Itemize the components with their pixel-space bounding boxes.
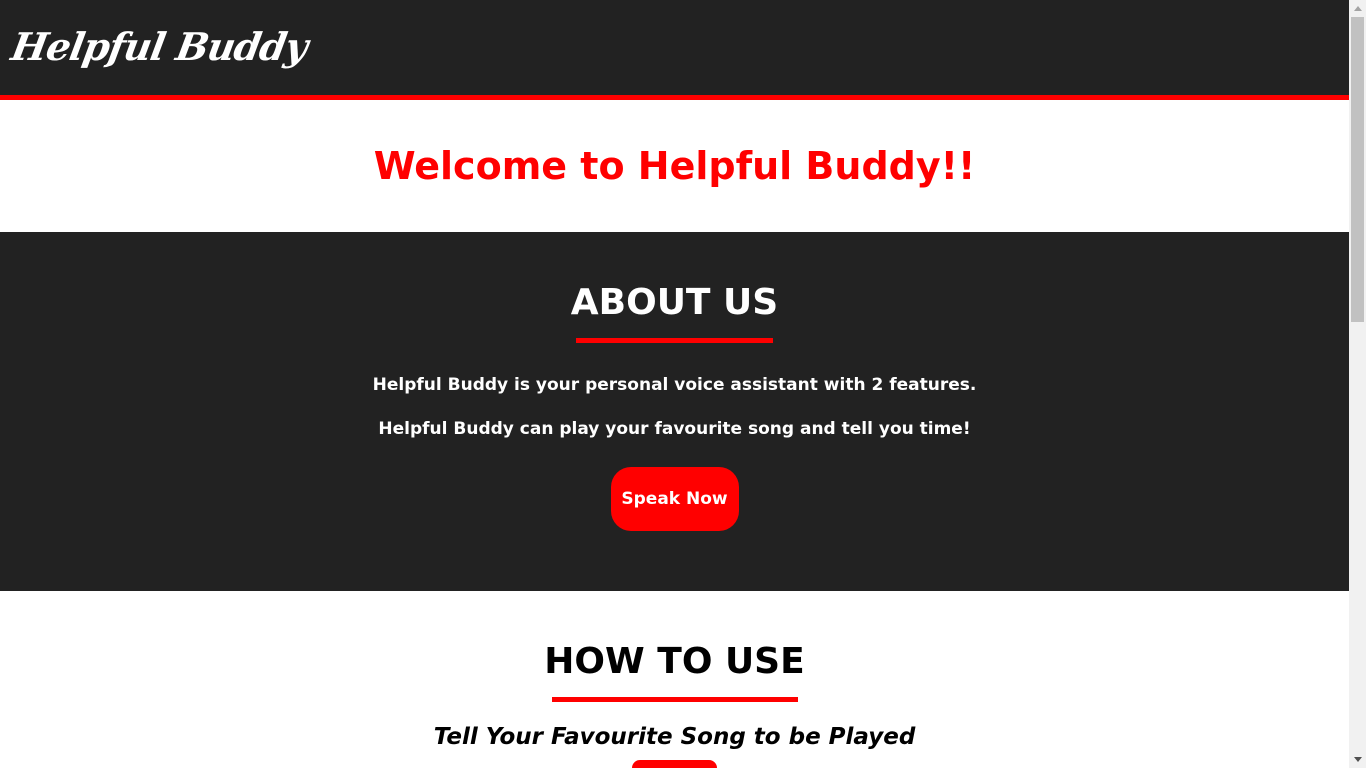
scroll-down-arrow[interactable]	[1349, 751, 1366, 768]
about-line-2: Helpful Buddy can play your favourite so…	[378, 419, 971, 439]
how-to-use-title-underline	[551, 697, 798, 702]
about-line-1: Helpful Buddy is your personal voice ass…	[372, 375, 977, 395]
arrow-down-icon	[1353, 757, 1362, 762]
scrollbar-thumb[interactable]	[1351, 17, 1364, 322]
about-section: ABOUT US Helpful Buddy is your personal …	[0, 232, 1349, 591]
vertical-scrollbar[interactable]	[1349, 0, 1366, 768]
welcome-heading: Welcome to Helpful Buddy!!	[373, 144, 976, 188]
about-title: ABOUT US	[570, 282, 779, 323]
arrow-up-icon	[1353, 6, 1362, 11]
how-to-use-button[interactable]	[632, 760, 717, 768]
about-title-underline	[576, 338, 773, 343]
welcome-section: Welcome to Helpful Buddy!!	[0, 100, 1349, 232]
page: Helpful Buddy Welcome to Helpful Buddy!!…	[0, 0, 1349, 768]
how-to-use-section: HOW TO USE Tell Your Favourite Song to b…	[0, 591, 1349, 768]
speak-now-button[interactable]: Speak Now	[610, 467, 739, 531]
scroll-up-arrow[interactable]	[1349, 0, 1366, 17]
how-to-use-subtitle: Tell Your Favourite Song to be Played	[433, 724, 916, 750]
navbar: Helpful Buddy	[0, 0, 1349, 95]
logo[interactable]: Helpful Buddy	[8, 24, 311, 69]
how-to-use-title: HOW TO USE	[544, 641, 805, 682]
